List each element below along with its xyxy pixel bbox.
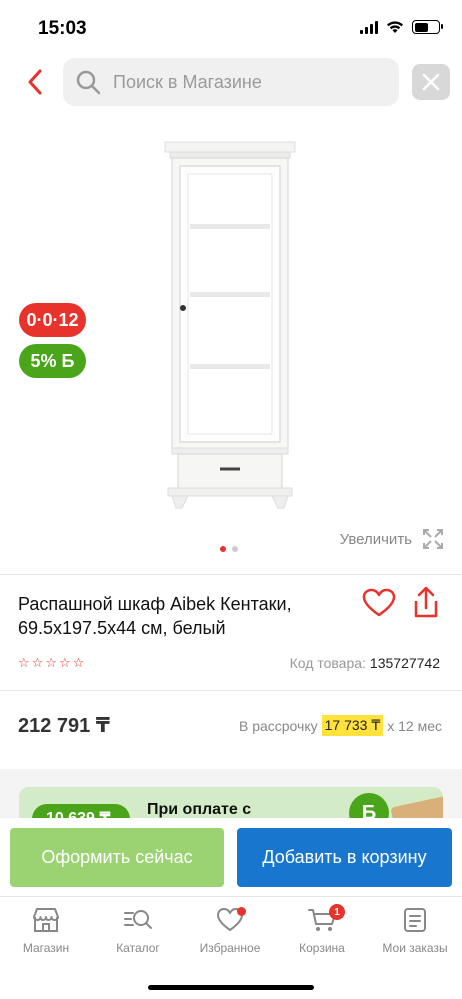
- installment-info[interactable]: В рассрочку 17 733 ₸ х 12 мес: [239, 715, 442, 736]
- star-icon: ☆: [31, 655, 44, 670]
- tab-orders[interactable]: Мои заказы: [368, 907, 462, 955]
- zoom-button[interactable]: Увеличить: [340, 528, 444, 550]
- tab-catalog[interactable]: Каталог: [92, 907, 184, 955]
- bonus-badge: 5% Б: [19, 344, 86, 378]
- catalog-search-icon: [124, 910, 152, 929]
- chevron-left-icon: [28, 69, 42, 95]
- status-time: 15:03: [38, 18, 87, 39]
- installment-suffix: х 12 мес: [387, 717, 442, 734]
- bottom-tab-bar: Магазин Каталог Избранное 1 Корзина Мои …: [0, 896, 462, 999]
- product-price: 212 791 ₸: [18, 715, 110, 737]
- tab-label: Избранное: [199, 941, 261, 955]
- favorite-button[interactable]: [362, 588, 398, 622]
- signal-icon: [360, 20, 378, 34]
- installment-badge: 0·0·12: [19, 303, 86, 337]
- battery-icon: [412, 20, 443, 34]
- search-bar[interactable]: [63, 58, 399, 106]
- tab-label: Корзина: [299, 941, 345, 955]
- notification-dot: [237, 907, 246, 916]
- tab-cart[interactable]: 1 Корзина: [276, 904, 368, 955]
- status-bar: 15:03: [0, 0, 462, 56]
- tab-favorites[interactable]: Избранное: [184, 907, 276, 955]
- heart-icon: [362, 588, 396, 617]
- home-indicator: [148, 985, 314, 990]
- tab-label: Мои заказы: [382, 941, 448, 955]
- tab-label: Каталог: [116, 941, 160, 955]
- store-icon: [33, 908, 59, 932]
- search-input[interactable]: [113, 71, 373, 93]
- pagination-dot[interactable]: [220, 546, 226, 552]
- product-code: Код товара: 135727742: [290, 655, 440, 671]
- product-code-value: 135727742: [369, 655, 440, 671]
- pagination-dot[interactable]: [232, 546, 238, 552]
- star-icon: ☆: [45, 655, 57, 670]
- share-button[interactable]: [410, 586, 446, 622]
- star-icon: ☆: [58, 655, 71, 670]
- close-icon: [422, 73, 440, 91]
- search-icon: [76, 70, 101, 95]
- close-search-button[interactable]: [412, 64, 450, 100]
- buy-now-button[interactable]: Оформить сейчас: [10, 828, 224, 887]
- expand-icon: [423, 529, 443, 549]
- installment-amount: 17 733 ₸: [321, 715, 384, 736]
- add-to-cart-button[interactable]: Добавить в корзину: [237, 828, 452, 887]
- promo-text: При оплате с: [147, 801, 252, 818]
- share-icon: [414, 586, 438, 618]
- rating-stars[interactable]: ☆ ☆ ☆ ☆ ☆: [18, 655, 84, 671]
- cart-count-badge: 1: [329, 904, 345, 920]
- divider: [0, 574, 462, 575]
- orders-icon: [404, 908, 426, 932]
- zoom-label: Увеличить: [339, 530, 412, 548]
- star-icon: ☆: [72, 655, 85, 670]
- product-title: Распашной шкаф Aibek Кентаки, 69.5x197.5…: [18, 594, 292, 638]
- gallery-pagination: [220, 546, 238, 552]
- status-icons: [360, 20, 443, 34]
- tab-label: Магазин: [22, 941, 70, 955]
- back-button[interactable]: [18, 64, 52, 100]
- action-bar: Оформить сейчас Добавить в корзину: [0, 818, 462, 896]
- tab-store[interactable]: Магазин: [0, 907, 92, 955]
- product-image[interactable]: [150, 130, 310, 515]
- product-code-label: Код товара:: [289, 655, 366, 671]
- installment-prefix: В рассрочку: [238, 717, 318, 734]
- divider: [0, 690, 462, 691]
- star-icon: ☆: [18, 655, 30, 670]
- wifi-icon: [387, 21, 403, 33]
